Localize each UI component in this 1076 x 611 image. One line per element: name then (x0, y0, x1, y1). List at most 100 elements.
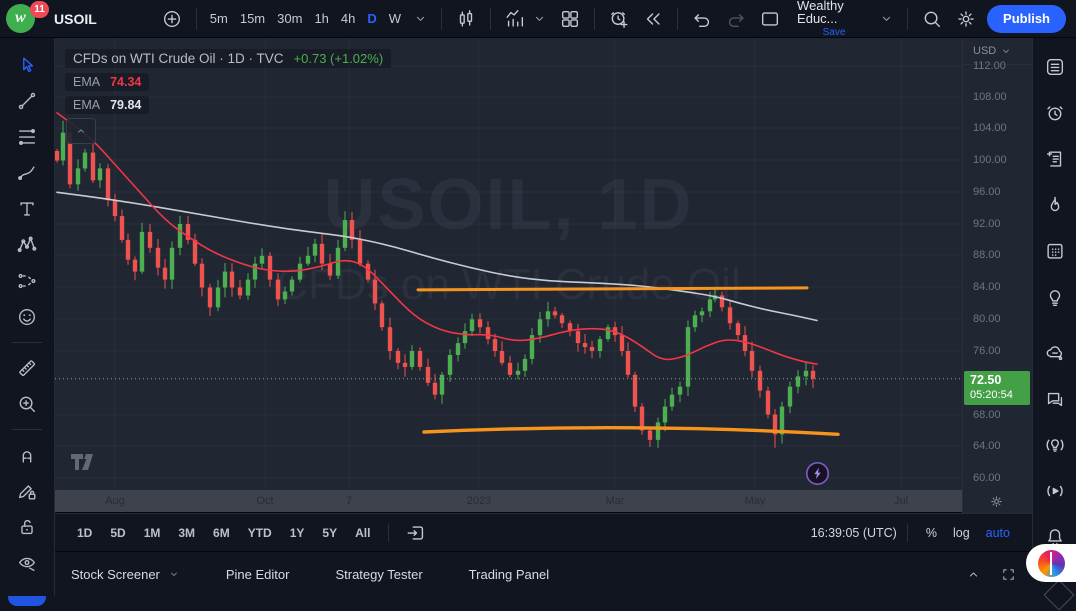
layout-name: Wealthy Educ... (797, 0, 844, 26)
range-button-6m[interactable]: 6M (205, 523, 238, 543)
collapse-indicators-button[interactable] (66, 118, 96, 144)
stay-in-drawing-mode-button[interactable] (8, 473, 46, 509)
layout-name-menu[interactable]: Wealthy Educ... Save (797, 0, 871, 38)
tradingview-logo[interactable] (69, 452, 101, 477)
range-button-5d[interactable]: 5D (102, 523, 133, 543)
tab-pine-editor[interactable]: Pine Editor (226, 567, 290, 582)
layout-select-button[interactable] (753, 5, 787, 33)
range-button-1m[interactable]: 1M (136, 523, 169, 543)
interval-button-d[interactable]: D (361, 6, 382, 32)
alarm-icon (1044, 102, 1066, 124)
trend-line-icon (16, 90, 38, 112)
calendar-panel-button[interactable] (1038, 228, 1072, 274)
publish-button[interactable]: Publish (987, 4, 1066, 33)
chevron-down-icon (879, 11, 894, 26)
user-menu-button[interactable]: w 11 (6, 0, 49, 34)
symbol-legend-row[interactable]: CFDs on WTI Crude Oil · 1D · TVC +0.73 (… (65, 49, 392, 68)
hotlists-panel-button[interactable] (1038, 182, 1072, 228)
server-clock[interactable]: 16:39:05 (UTC) (811, 526, 897, 540)
streams-panel-button[interactable] (1038, 468, 1072, 514)
fullscreen-icon[interactable] (1001, 567, 1016, 582)
live-ideas-panel-button[interactable] (1038, 422, 1072, 468)
toolbar-separator (490, 7, 492, 30)
interval-button-w[interactable]: W (383, 6, 407, 32)
auto-scale-button[interactable]: auto (978, 524, 1018, 542)
indicator-row[interactable]: EMA 74.34 (65, 73, 150, 91)
currency-label: USD (973, 45, 997, 57)
tab-stock-screener[interactable]: Stock Screener (71, 567, 180, 582)
interval-button-30m[interactable]: 30m (271, 6, 308, 32)
add-symbol-button[interactable] (155, 5, 189, 33)
chart-settings-button[interactable] (949, 5, 983, 33)
interval-button-4h[interactable]: 4h (335, 6, 361, 32)
indicators-menu-button[interactable] (526, 5, 553, 33)
date-range-buttons: 1D 5D 1M 3M 6M YTD 1Y 5Y All (69, 523, 378, 543)
bottom-tabs: Stock Screener Pine Editor Strategy Tester… (55, 551, 1076, 596)
pattern-tool[interactable] (8, 227, 46, 263)
interval-button-5m[interactable]: 5m (204, 6, 234, 32)
hide-drawings-button[interactable] (8, 545, 46, 581)
plus-circle-icon (161, 8, 183, 30)
range-button-all[interactable]: All (347, 523, 378, 543)
price-tick: 68.00 (973, 409, 1001, 421)
last-price-label: 72.50 05:20:54 (964, 371, 1030, 406)
range-button-5y[interactable]: 5Y (314, 523, 345, 543)
text-tool[interactable] (8, 191, 46, 227)
log-scale-button[interactable]: log (945, 524, 978, 542)
news-panel-button[interactable] (1038, 136, 1072, 182)
tab-trading-panel[interactable]: Trading Panel (469, 567, 549, 582)
measure-tool[interactable] (8, 350, 46, 386)
minds-panel-button[interactable] (1038, 330, 1072, 376)
emoji-tool[interactable] (8, 299, 46, 335)
toolbar-separator (388, 523, 390, 542)
chat-panel-button[interactable] (1038, 376, 1072, 422)
eye-off-icon (16, 552, 38, 574)
chart-pane[interactable]: USOIL, 1D CFDs on WTI Crude Oil CFDs on … (55, 38, 962, 490)
lock-drawings-button[interactable] (8, 509, 46, 545)
price-tick: 100.00 (973, 154, 1007, 166)
chevron-down-icon (532, 11, 547, 26)
time-tick: Mar (605, 495, 625, 507)
multichart-layout-button[interactable] (553, 5, 587, 33)
save-label[interactable]: Save (823, 28, 846, 38)
interval-button-15m[interactable]: 15m (234, 6, 271, 32)
interval-button-1h[interactable]: 1h (308, 6, 334, 32)
tab-strategy-tester[interactable]: Strategy Tester (335, 567, 422, 582)
chart-style-button[interactable] (449, 5, 483, 33)
trend-line-tool[interactable] (8, 83, 46, 119)
time-tick: Jul (893, 495, 909, 507)
price-axis[interactable]: USD 72.50 05:20:54 112.00 108.00 104.00 100… (962, 38, 1032, 490)
time-axis[interactable]: Aug Oct 7 2023 Mar May Jul (55, 490, 962, 513)
go-to-date-icon (405, 522, 427, 544)
go-to-date-button[interactable] (399, 519, 433, 547)
interval-menu-button[interactable] (407, 5, 434, 33)
boost-lightning-badge[interactable] (805, 461, 830, 490)
range-button-1y[interactable]: 1Y (282, 523, 313, 543)
undo-button[interactable] (685, 5, 719, 33)
undo-arrow-icon (691, 8, 713, 30)
brush-tool[interactable] (8, 155, 46, 191)
layout-menu-chevron[interactable] (873, 5, 900, 33)
bar-replay-button[interactable] (636, 5, 670, 33)
ai-assistant-button[interactable] (1026, 544, 1076, 582)
indicator-row[interactable]: EMA 79.84 (65, 96, 150, 114)
create-alert-button[interactable] (602, 5, 636, 33)
redo-button[interactable] (719, 5, 753, 33)
fib-retracement-tool[interactable] (8, 119, 46, 155)
forecast-tool[interactable] (8, 263, 46, 299)
watchlist-panel-button[interactable] (1038, 44, 1072, 90)
drawing-toolbar (0, 39, 55, 596)
range-button-3m[interactable]: 3M (170, 523, 203, 543)
range-button-1d[interactable]: 1D (69, 523, 100, 543)
chevron-up-icon[interactable] (966, 567, 981, 582)
range-button-ytd[interactable]: YTD (240, 523, 280, 543)
symbol-search-button[interactable]: USOIL (54, 11, 97, 27)
quick-search-button[interactable] (915, 5, 949, 33)
zoom-in-tool[interactable] (8, 386, 46, 422)
cursor-tool[interactable] (8, 47, 46, 83)
alerts-panel-button[interactable] (1038, 90, 1072, 136)
magnet-mode-button[interactable] (8, 437, 46, 473)
percent-scale-button[interactable]: % (918, 524, 945, 542)
ideas-panel-button[interactable] (1038, 274, 1072, 320)
toolbar-separator (594, 7, 596, 30)
